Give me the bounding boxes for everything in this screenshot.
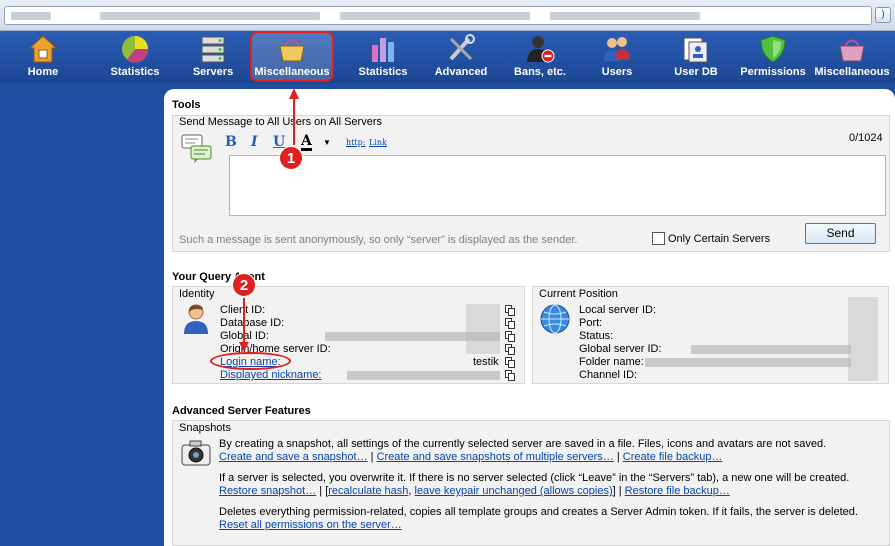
server-rack-icon: [201, 36, 225, 63]
bar-chart-icon: [372, 38, 394, 62]
color-dropdown-icon[interactable]: ▼: [323, 138, 331, 147]
banned-user-icon: [527, 36, 555, 63]
basket-icon: [839, 39, 865, 62]
italic-button[interactable]: I: [251, 134, 258, 150]
users-icon: [604, 37, 630, 61]
snapshots-group: Snapshots By creating a snapshot, all se…: [172, 420, 890, 546]
database-id-label: Database ID:: [220, 317, 285, 329]
message-textarea[interactable]: [229, 155, 886, 216]
send-message-group: Send Message to All Users on All Servers…: [172, 115, 890, 252]
tools-title: Tools: [172, 99, 201, 111]
chat-bubbles-icon: [181, 134, 212, 163]
create-file-backup-link[interactable]: Create file backup…: [623, 451, 723, 463]
send-message-title: Send Message to All Users on All Servers: [179, 116, 382, 128]
address-go-button[interactable]: ): [875, 7, 891, 23]
text-color-button[interactable]: A: [301, 134, 312, 151]
copy-icon[interactable]: [505, 331, 515, 342]
toolbar-miscellaneous[interactable]: Miscellaneous: [250, 31, 334, 83]
snapshots-title: Snapshots: [179, 422, 231, 434]
folder-name-label: Folder name:: [579, 356, 644, 368]
annotation-marker-2: 2: [232, 273, 256, 297]
client-id-label: Client ID:: [220, 304, 266, 316]
create-snapshot-link[interactable]: Create and save a snapshot…: [219, 451, 368, 463]
toolbar-bans[interactable]: Bans, etc.: [508, 31, 572, 83]
channel-id-label: Channel ID:: [579, 369, 638, 381]
global-server-id-label: Global server ID:: [579, 343, 662, 355]
leave-keypair-link[interactable]: leave keypair unchanged (allows copies): [415, 485, 613, 497]
address-field[interactable]: [4, 6, 872, 25]
restore-snapshot-link[interactable]: Restore snapshot…: [219, 485, 316, 497]
recalculate-hash-link[interactable]: recalculate hash: [328, 485, 408, 497]
restore-file-backup-link[interactable]: Restore file backup…: [625, 485, 730, 497]
content-panel: Tools Send Message to All Users on All S…: [164, 89, 895, 546]
toolbar-servers[interactable]: Servers: [184, 31, 242, 83]
create-multiple-snapshots-link[interactable]: Create and save snapshots of multiple se…: [377, 451, 614, 463]
status-label: Status:: [579, 330, 614, 342]
copy-icon[interactable]: [505, 357, 515, 368]
current-position-title: Current Position: [539, 288, 618, 300]
house-icon: [28, 35, 58, 63]
current-position-group: Current Position Local server ID: Port: …: [532, 286, 889, 384]
toolbar-home[interactable]: Home: [14, 31, 72, 83]
port-label: Port:: [579, 317, 603, 329]
snapshot-restore-desc: If a server is selected, you overwrite i…: [219, 472, 850, 484]
identity-title: Identity: [179, 288, 215, 300]
toolbar-permissions[interactable]: Permissions: [738, 31, 808, 83]
local-server-id-label: Local server ID:: [579, 304, 657, 316]
toolbar-advanced[interactable]: Advanced: [428, 31, 494, 83]
shield-icon: [760, 35, 786, 63]
toolbar-statistics-2[interactable]: Statistics: [350, 31, 416, 83]
login-name-value: testik: [473, 356, 499, 368]
address-bar: ): [0, 0, 895, 31]
annotation-marker-1: 1: [279, 146, 303, 170]
copy-icon[interactable]: [505, 305, 515, 316]
tools-icon: [449, 34, 475, 61]
toolbar-miscellaneous-2[interactable]: Miscellaneous: [812, 31, 892, 83]
snapshot-restore-links: Restore snapshot… | [recalculate hash, l…: [219, 485, 730, 497]
login-name-highlight: [210, 352, 291, 370]
global-id-label: Global ID:: [220, 330, 269, 342]
anonymous-hint: Such a message is sent anonymously, so o…: [179, 234, 578, 246]
insert-link-button[interactable]: Link: [369, 138, 387, 147]
pie-chart-icon: [122, 36, 149, 63]
only-certain-servers-checkbox[interactable]: [652, 232, 665, 245]
only-certain-servers-label: Only Certain Servers: [668, 233, 771, 245]
toolbar-users[interactable]: Users: [592, 31, 642, 83]
snapshot-create-links: Create and save a snapshot… | Create and…: [219, 451, 723, 463]
camera-icon: [181, 440, 211, 466]
displayed-nickname-link[interactable]: Displayed nickname:: [220, 369, 322, 381]
identity-group: Identity Client ID: Database ID: Global …: [172, 286, 525, 384]
user-db-icon: [683, 37, 708, 63]
basket-icon: [279, 39, 305, 62]
char-counter: 0/1024: [849, 132, 883, 144]
user-avatar-icon: [184, 304, 208, 334]
snapshot-create-desc: By creating a snapshot, all settings of …: [219, 438, 827, 450]
insert-http-button[interactable]: http:: [346, 138, 365, 147]
advanced-features-title: Advanced Server Features: [172, 405, 311, 417]
toolbar-user-db[interactable]: User DB: [668, 31, 724, 83]
toolbar-statistics[interactable]: Statistics: [102, 31, 168, 83]
copy-icon[interactable]: [505, 344, 515, 355]
bold-button[interactable]: B: [225, 134, 237, 150]
reset-permissions-link[interactable]: Reset all permissions on the server…: [219, 519, 402, 531]
send-button[interactable]: Send: [805, 223, 876, 244]
reset-permissions-desc: Deletes everything permission-related, c…: [219, 506, 858, 518]
globe-icon: [540, 304, 570, 334]
copy-icon[interactable]: [505, 370, 515, 381]
copy-icon[interactable]: [505, 318, 515, 329]
